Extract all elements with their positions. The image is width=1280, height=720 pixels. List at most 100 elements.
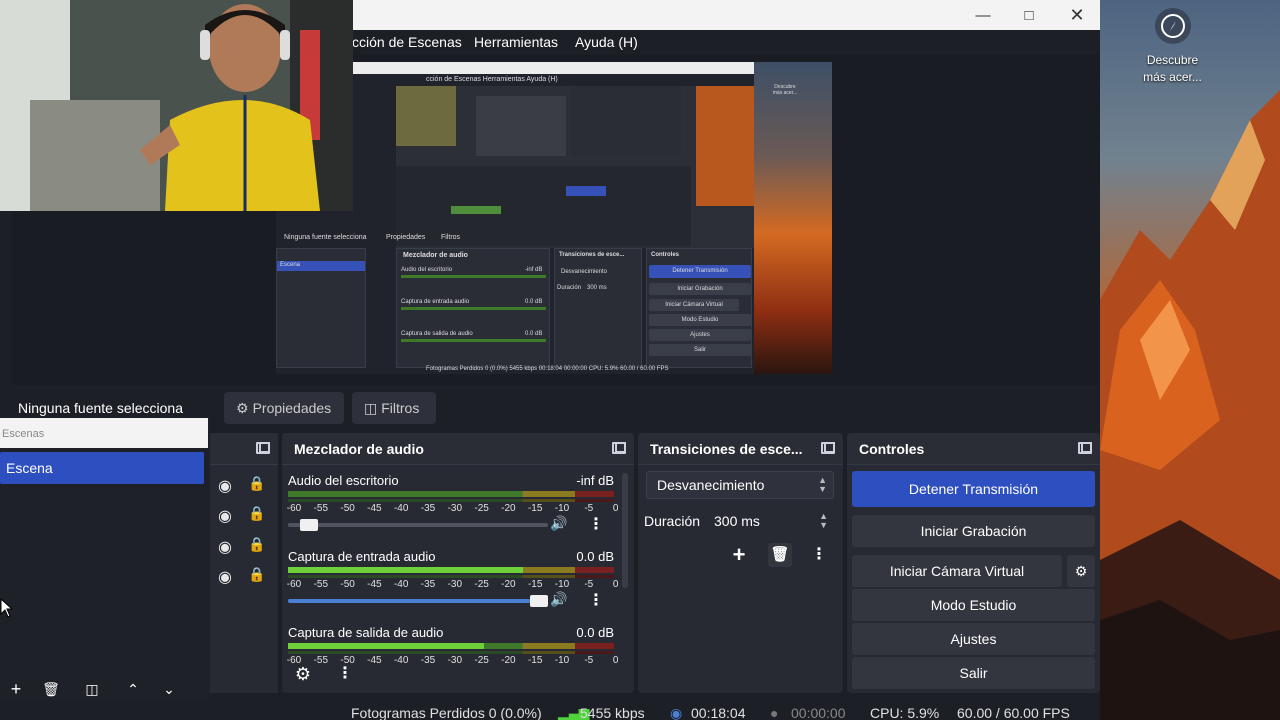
meter-tick: -25 (474, 655, 489, 666)
meter-tick: -40 (393, 655, 409, 666)
preview-nested-capture (396, 86, 756, 248)
eye-icon[interactable]: ◉ (218, 506, 232, 526)
transitions-header: Transiciones de esce... (638, 433, 843, 465)
menu-scene-collection[interactable]: cción de Escenas (352, 34, 462, 50)
preview-btn-vcam: Iniciar Cámara Virtual (649, 299, 739, 311)
mixer-menu-icon[interactable]: ⋮ (334, 663, 356, 685)
stop-streaming-button[interactable]: Detener Transmisión (852, 471, 1095, 507)
meter-tick: -60 (286, 503, 302, 514)
webcam-person-image (0, 0, 353, 211)
menu-help[interactable]: Ayuda (H) (575, 34, 638, 50)
desktop-shortcut-label: Descubre más acer... (1143, 53, 1202, 84)
preview-btn-record: Iniciar Grabación (649, 283, 751, 295)
preview-mixer-title: Mezclador de audio (403, 252, 468, 259)
preview-ch2: Captura de entrada audio (401, 299, 470, 305)
bitrate: 5455 kbps (580, 705, 645, 720)
studio-mode-button[interactable]: Modo Estudio (852, 589, 1095, 621)
move-up-icon[interactable]: ⌃ (121, 678, 145, 700)
preview-no-source: Ninguna fuente selecciona (284, 234, 367, 241)
channel-menu-icon[interactable]: ⋮ (585, 590, 607, 612)
filters-button[interactable]: ◫ Filtros (352, 392, 436, 424)
duration-label: Duración (644, 513, 701, 529)
scenes-panel: Escenas Escena (0, 418, 210, 708)
eye-icon[interactable]: ◉ (218, 476, 232, 496)
preview-wallpaper (754, 62, 832, 374)
remove-scene-icon[interactable]: 🗑 (39, 678, 63, 700)
volume-knob[interactable] (300, 519, 319, 531)
eye-icon[interactable]: ◉ (218, 537, 232, 557)
meter-tick: -30 (447, 655, 463, 666)
properties-button[interactable]: ⚙ Propiedades (224, 392, 344, 424)
lock-icon[interactable]: 🔒 (248, 505, 265, 522)
trash-icon[interactable]: 🗑 (768, 543, 792, 567)
desktop-wallpaper (1100, 0, 1280, 720)
meter-tick: -55 (313, 579, 329, 590)
lock-icon[interactable]: 🔒 (248, 566, 265, 583)
meter-tick: -15 (527, 655, 543, 666)
channel-menu-icon[interactable]: ⋮ (585, 514, 607, 536)
scene-filters-icon[interactable]: ◫ (80, 678, 104, 700)
mixer-scrollbar[interactable] (622, 473, 628, 588)
preview-controls-title: Controles (651, 252, 680, 258)
undock-icon[interactable] (612, 442, 626, 454)
virtual-camera-settings-icon[interactable]: ⚙ (1067, 555, 1095, 587)
undock-icon[interactable] (256, 442, 270, 454)
preview-meter-2 (401, 307, 546, 310)
meter-tick: -35 (420, 503, 436, 514)
lock-icon[interactable]: 🔒 (248, 536, 265, 553)
meter-tick: -15 (527, 579, 543, 590)
start-virtual-camera-button[interactable]: Iniciar Cámara Virtual (852, 555, 1062, 587)
speaker-icon[interactable]: 🔊 (550, 591, 567, 608)
preview-ch3-db: 0.0 dB (525, 331, 543, 337)
meter-tick: -45 (367, 579, 382, 590)
minimize-button[interactable]: — (960, 0, 1006, 30)
meter-tick: 0 (612, 579, 619, 590)
preview-ch1-db: -inf dB (525, 267, 543, 273)
volume-slider[interactable] (288, 595, 548, 607)
eye-icon[interactable]: ◉ (218, 567, 232, 587)
meter-scale: -60 -55 -50 -45 -40 -35 -30 -25 -20 -15 -10 -5 0 (286, 503, 619, 515)
meter-level (288, 567, 523, 573)
transition-select[interactable]: Desvanecimiento ▲ ▼ (646, 471, 834, 499)
maximize-button[interactable]: □ (1006, 0, 1052, 30)
speaker-icon[interactable]: 🔊 (550, 515, 567, 532)
preview-controls-dock: Controles Detener Transmisión Iniciar Gr… (646, 248, 752, 368)
duration-spinbox[interactable]: 300 ms ▲ ▼ (703, 507, 835, 535)
meter-tick: -45 (367, 503, 382, 514)
mixer-settings-icon[interactable]: ⚙ (292, 663, 314, 685)
preview-duration: Duración (557, 285, 582, 291)
stream-time: 00:18:04 (691, 705, 746, 720)
meter-tick: -15 (527, 503, 543, 514)
add-scene-icon[interactable]: + (4, 678, 28, 700)
close-button[interactable]: ✕ (1054, 0, 1100, 30)
scene-item[interactable]: Escena (0, 452, 204, 484)
exit-button[interactable]: Salir (852, 657, 1095, 689)
meter-tick: -20 (501, 503, 516, 514)
start-recording-button[interactable]: Iniciar Grabación (852, 515, 1095, 547)
channel-name: Captura de salida de audio (288, 625, 444, 640)
volume-slider[interactable] (288, 519, 548, 531)
transition-menu-icon[interactable]: ⋮ (808, 544, 830, 566)
sources-dock-header (210, 433, 278, 465)
meter-tick: -20 (501, 655, 516, 666)
lock-icon[interactable]: 🔒 (248, 475, 265, 492)
settings-button[interactable]: Ajustes (852, 623, 1095, 655)
webcam-overlay (0, 0, 353, 211)
sources-dock: ◉ 🔒 ◉ 🔒 ◉ 🔒 ◉ 🔒 (210, 433, 278, 693)
controls-title: Controles (859, 441, 925, 457)
add-transition-icon[interactable]: + (728, 544, 750, 566)
undock-icon[interactable] (1078, 442, 1092, 454)
move-down-icon[interactable]: ⌄ (157, 678, 181, 700)
menu-tools[interactable]: Herramientas (474, 34, 558, 50)
preview-properties: Propiedades (386, 234, 426, 241)
desktop-shortcut[interactable]: Descubre más acer... (1135, 8, 1210, 86)
volume-meter (288, 491, 614, 497)
audio-mixer-title: Mezclador de audio (294, 441, 424, 457)
undock-icon[interactable] (821, 442, 835, 454)
volume-knob[interactable] (530, 595, 548, 607)
no-source-label: Ninguna fuente selecciona (18, 400, 184, 416)
controls-header: Controles (847, 433, 1100, 465)
nested-capture-graphic (396, 86, 756, 246)
meter-tick: -30 (447, 579, 463, 590)
fps-display: 60.00 / 60.00 FPS (957, 705, 1070, 720)
